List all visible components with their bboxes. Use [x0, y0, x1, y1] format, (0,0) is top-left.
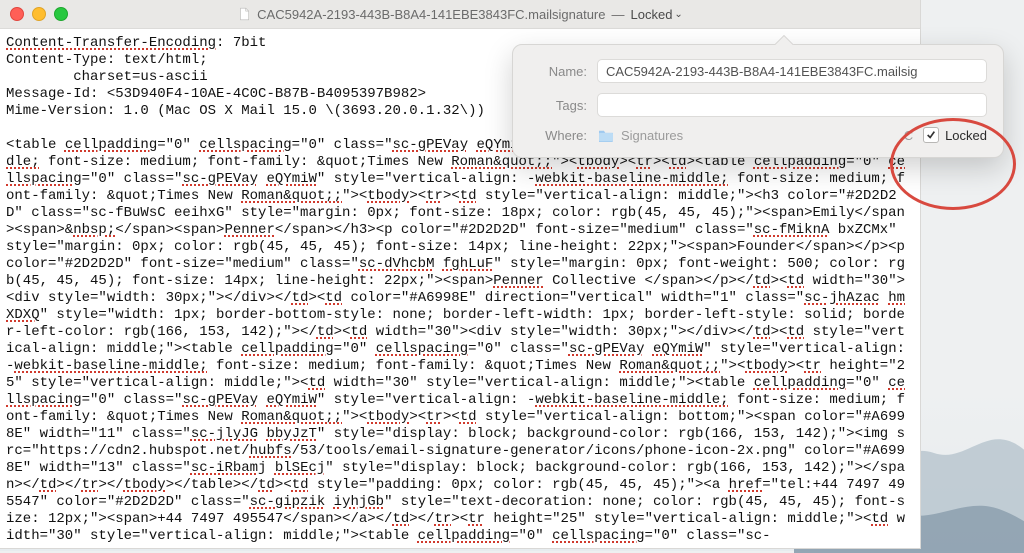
- where-row: Where: Signatures C Locked: [529, 127, 987, 143]
- name-label: Name:: [529, 64, 587, 79]
- titlebar: CAC5942A-2193-443B-B8A4-141EBE3843FC.mai…: [0, 0, 920, 29]
- maximize-button[interactable]: [54, 7, 68, 21]
- checkbox-box: [923, 127, 939, 143]
- window-title[interactable]: CAC5942A-2193-443B-B8A4-141EBE3843FC.mai…: [237, 7, 683, 22]
- where-label: Where:: [529, 128, 587, 143]
- tags-field[interactable]: [597, 93, 987, 117]
- locked-checkbox-label: Locked: [945, 128, 987, 143]
- title-locked-label: Locked: [631, 7, 673, 22]
- title-locked-dropdown[interactable]: Locked ⌄: [631, 7, 683, 22]
- title-filename: CAC5942A-2193-443B-B8A4-141EBE3843FC.mai…: [257, 7, 605, 22]
- close-button[interactable]: [10, 7, 24, 21]
- chevron-down-icon: ⌄: [674, 9, 682, 20]
- checkmark-icon: [926, 130, 936, 140]
- name-value: CAC5942A-2193-443B-B8A4-141EBE3843FC.mai…: [606, 64, 917, 79]
- popover-arrow: [775, 35, 795, 45]
- tags-row: Tags:: [529, 93, 987, 117]
- where-popup-button[interactable]: Signatures C: [597, 128, 913, 143]
- name-row: Name: CAC5942A-2193-443B-B8A4-141EBE3843…: [529, 59, 987, 83]
- tags-label: Tags:: [529, 98, 587, 113]
- title-separator: —: [612, 7, 625, 22]
- name-field[interactable]: CAC5942A-2193-443B-B8A4-141EBE3843FC.mai…: [597, 59, 987, 83]
- document-icon: [237, 7, 251, 21]
- locked-checkbox[interactable]: Locked: [923, 127, 987, 143]
- minimize-button[interactable]: [32, 7, 46, 21]
- window-controls: [10, 7, 68, 21]
- folder-icon: [597, 128, 615, 142]
- where-suffix: C: [904, 128, 913, 143]
- file-info-popover: Name: CAC5942A-2193-443B-B8A4-141EBE3843…: [512, 44, 1004, 158]
- where-folder-name: Signatures: [621, 128, 683, 143]
